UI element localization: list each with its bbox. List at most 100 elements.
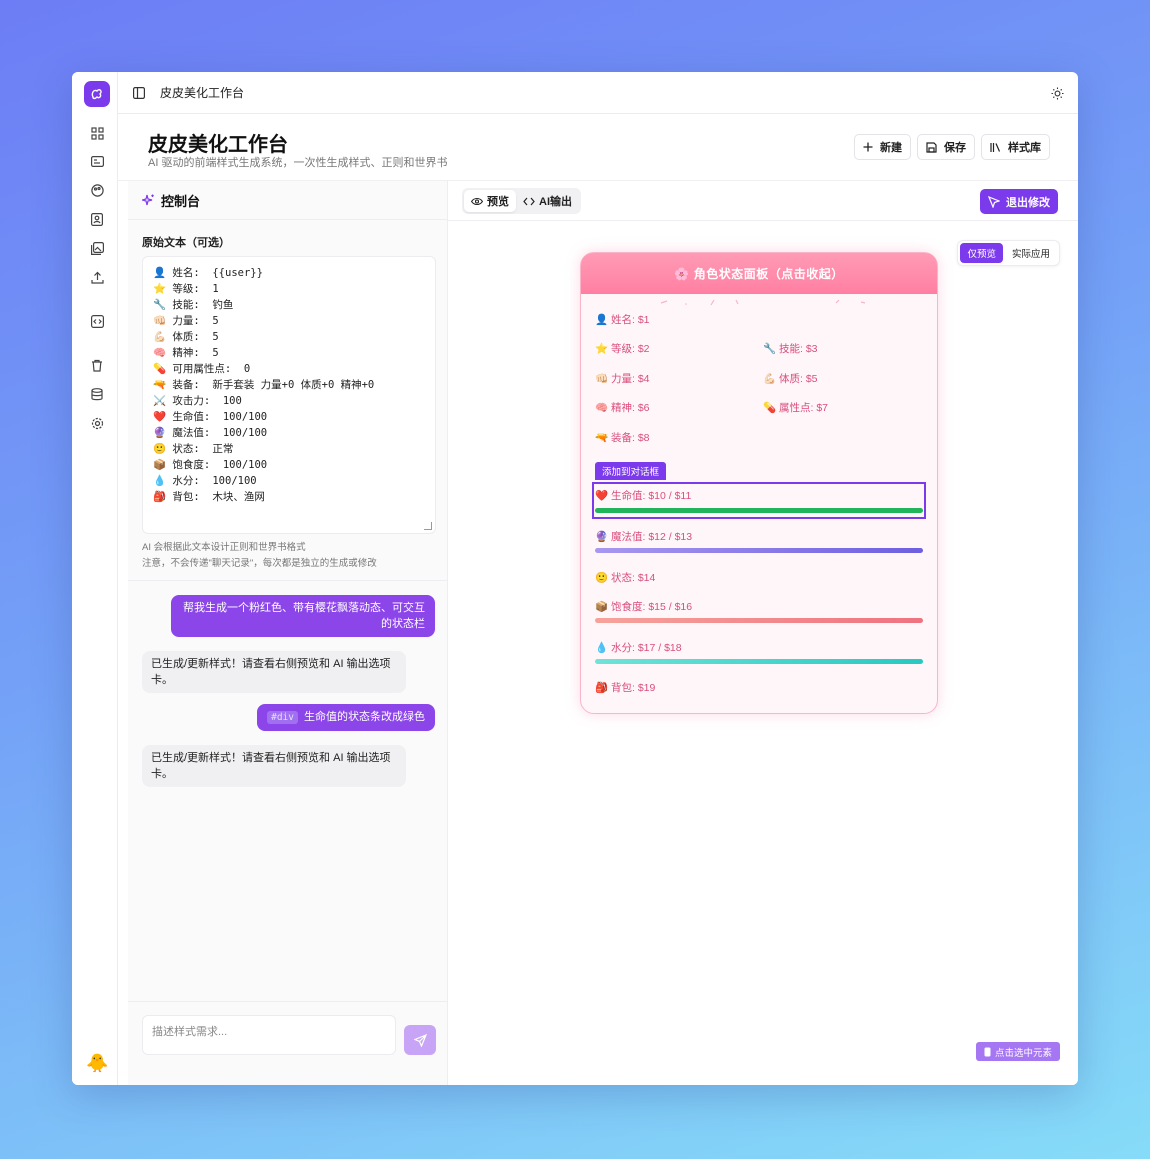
mp-bar: [595, 548, 923, 553]
stat-body[interactable]: 💪🏻 体质: $5: [763, 371, 818, 386]
console-panel: 控制台 原始文本（可选） 👤 姓名: {{user}} ⭐ 等级: 1 🔧 技能…: [128, 181, 448, 1085]
logo-icon[interactable]: [84, 81, 110, 107]
raw-line: 💪🏻 体质: 5: [153, 331, 219, 343]
element-tag: #div: [267, 711, 298, 724]
add-to-dialog-tag[interactable]: 添加到对话框: [595, 462, 667, 480]
stat-hp[interactable]: ❤️ 生命值: $10 / $11: [595, 488, 691, 503]
raw-line: 🔧 技能: 钓鱼: [153, 299, 234, 311]
avatar[interactable]: 🐥: [86, 1052, 108, 1074]
divider: [128, 1001, 447, 1002]
upload-icon[interactable]: [88, 268, 106, 286]
raw-line: 📦 饱食度: 100/100: [153, 459, 268, 471]
settings-icon[interactable]: [88, 414, 106, 432]
code-brackets-icon: [523, 197, 535, 205]
app-window: 🐥 皮皮美化工作台 皮皮美化工作台 AI 驱动的前端样式生成系统，一次性生成样式…: [72, 72, 1078, 1085]
database-icon[interactable]: [88, 385, 106, 403]
status-card-title: 角色状态面板（点击收起）: [693, 267, 844, 281]
raw-line: 🙂 状态: 正常: [153, 443, 234, 455]
raw-text-hint: AI 会根据此文本设计正则和世界书格式: [142, 542, 306, 553]
grid-icon[interactable]: [88, 124, 106, 142]
sidebar-toggle-icon[interactable]: [130, 84, 148, 102]
status-card[interactable]: 🌸 角色状态面板（点击收起） 👤 姓名: $1 ⭐ 等级: $2 🔧 技能: $…: [580, 252, 938, 714]
stat-points[interactable]: 💊 属性点: $7: [763, 400, 828, 415]
stat-name[interactable]: 👤 姓名: $1: [595, 312, 650, 327]
user-message: #div 生命值的状态条改成绿色: [257, 704, 435, 731]
raw-line: ⚔️ 攻击力: 100: [153, 395, 242, 407]
user-message-text: 生命值的状态条改成绿色: [304, 711, 425, 723]
water-bar: [595, 659, 923, 664]
stat-mind[interactable]: 🧠 精神: $6: [595, 400, 650, 415]
stat-state[interactable]: 🙂 状态: $14: [595, 570, 655, 585]
raw-line: 💊 可用属性点: 0: [153, 363, 251, 375]
preview-tabs: 预览 AI输出: [462, 188, 581, 214]
raw-line: ❤️ 生命值: 100/100: [153, 411, 268, 423]
stat-food[interactable]: 📦 饱食度: $15 / $16: [595, 599, 692, 614]
petals-decoration: [660, 299, 866, 306]
stat-equip[interactable]: 🔫 装备: $8: [595, 430, 650, 445]
divider: [128, 580, 447, 581]
stat-power[interactable]: 👊🏻 力量: $4: [595, 371, 650, 386]
pick-element-label: 点击选中元素: [994, 1047, 1052, 1059]
preview-panel: 预览 AI输出 退出修改 仅预览 实际应用 🌸 角色状态面板（点击收起） 👤 姓…: [448, 181, 1078, 1085]
raw-line: 👤 姓名: {{user}}: [153, 267, 263, 279]
library-button[interactable]: 样式库: [981, 134, 1050, 160]
send-button[interactable]: [404, 1025, 436, 1055]
raw-line: 💧 水分: 100/100: [153, 475, 257, 487]
send-icon: [413, 1033, 427, 1047]
food-bar: [595, 618, 923, 623]
ai-message: 已生成/更新样式！请查看右侧预览和 AI 输出选项卡。: [142, 651, 406, 693]
raw-text-note: 注意，不会传递"聊天记录"，每次都是独立的生成或修改: [142, 558, 377, 569]
mode-preview-only[interactable]: 仅预览: [960, 243, 1003, 263]
raw-text-area[interactable]: 👤 姓名: {{user}} ⭐ 等级: 1 🔧 技能: 钓鱼 👊🏻 力量: 5…: [142, 256, 436, 534]
resize-handle[interactable]: [424, 522, 432, 530]
raw-line: 🎒 背包: 木块、渔网: [153, 491, 265, 503]
code-icon[interactable]: [88, 312, 106, 330]
exit-edit-label: 退出修改: [1006, 196, 1050, 209]
library-icon: [990, 142, 1001, 152]
phone-icon: [984, 1047, 991, 1056]
theme-toggle-icon[interactable]: [1048, 84, 1066, 102]
library-button-label: 样式库: [1008, 142, 1041, 154]
contact-icon[interactable]: [88, 210, 106, 228]
page-header: 皮皮美化工作台 AI 驱动的前端样式生成系统，一次性生成样式、正则和世界书 新建…: [118, 114, 1078, 181]
hp-bar: [595, 508, 923, 513]
prompt-input[interactable]: 描述样式需求...: [142, 1015, 396, 1055]
blossom-icon: 🌸: [674, 266, 690, 281]
raw-text-label: 原始文本（可选）: [142, 237, 230, 249]
ai-message: 已生成/更新样式！请查看右侧预览和 AI 输出选项卡。: [142, 745, 406, 787]
raw-line: ⭐ 等级: 1: [153, 283, 219, 295]
palette-icon[interactable]: [88, 181, 106, 199]
mode-apply[interactable]: 实际应用: [1005, 243, 1057, 263]
tab-ai-output-label: AI输出: [539, 196, 572, 208]
stat-water[interactable]: 💧 水分: $17 / $18: [595, 640, 682, 655]
tab-ai-output[interactable]: AI输出: [516, 190, 579, 212]
page-subtitle: AI 驱动的前端样式生成系统，一次性生成样式、正则和世界书: [148, 157, 448, 169]
raw-line: 🔫 装备: 新手套装 力量+0 体质+0 精神+0: [153, 379, 375, 391]
save-icon: [926, 141, 937, 153]
new-button[interactable]: 新建: [854, 134, 911, 160]
images-icon[interactable]: [88, 239, 106, 257]
pick-element-button[interactable]: 点击选中元素: [975, 1042, 1060, 1061]
top-bar: 皮皮美化工作台: [118, 72, 1078, 114]
id-card-icon[interactable]: [88, 152, 106, 170]
stat-level[interactable]: ⭐ 等级: $2: [595, 341, 650, 356]
trash-icon[interactable]: [88, 356, 106, 374]
user-message: 帮我生成一个粉红色、带有樱花飘落动态、可交互的状态栏: [171, 595, 435, 637]
save-button[interactable]: 保存: [917, 134, 975, 160]
mode-toggle: 仅预览 实际应用: [957, 240, 1060, 266]
sparkles-icon: [142, 194, 154, 205]
tab-preview[interactable]: 预览: [464, 190, 516, 212]
icon-rail: 🐥: [72, 72, 118, 1085]
exit-edit-button[interactable]: 退出修改: [980, 189, 1058, 214]
eye-icon: [471, 197, 483, 205]
stat-bag[interactable]: 🎒 背包: $19: [595, 680, 655, 695]
new-button-label: 新建: [880, 142, 902, 154]
raw-line: 🧠 精神: 5: [153, 347, 219, 359]
raw-line: 👊🏻 力量: 5: [153, 315, 219, 327]
breadcrumb: 皮皮美化工作台: [160, 86, 245, 100]
pointer-icon: [988, 195, 1000, 208]
stat-mp[interactable]: 🔮 魔法值: $12 / $13: [595, 529, 692, 544]
stat-skill[interactable]: 🔧 技能: $3: [763, 341, 818, 356]
raw-line: 🔮 魔法值: 100/100: [153, 427, 268, 439]
status-card-header[interactable]: 🌸 角色状态面板（点击收起）: [581, 253, 937, 294]
